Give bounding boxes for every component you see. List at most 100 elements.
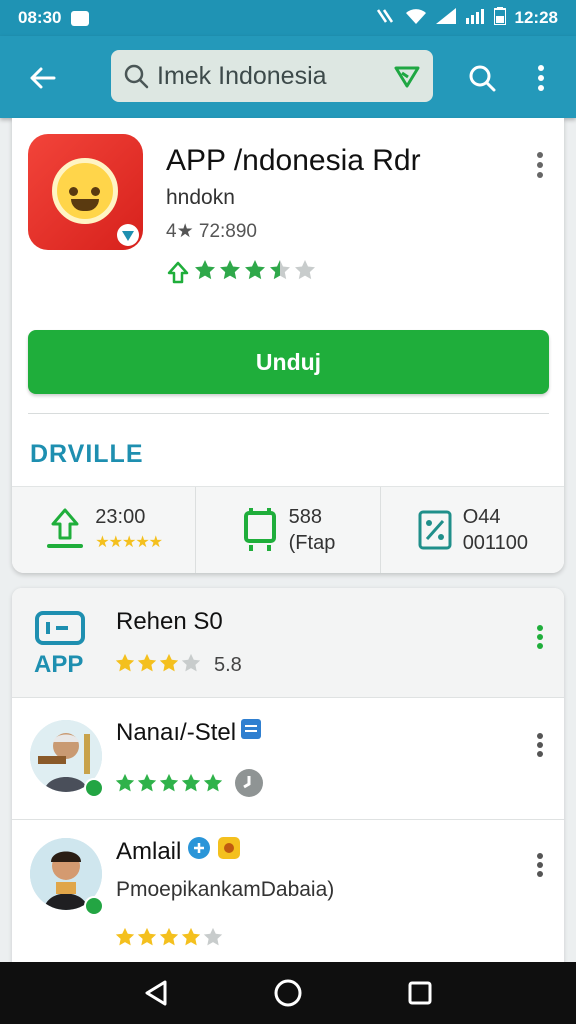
verified-badge-icon xyxy=(117,224,139,246)
list-item[interactable]: Nanaı/-Stel xyxy=(12,698,564,820)
list-item-title: Rehen S0 xyxy=(116,608,223,635)
calendar-badge-icon xyxy=(240,718,262,747)
list-item-rating xyxy=(114,926,224,953)
square-recents-icon xyxy=(408,981,432,1005)
list-item-title: Nanaı/-Stel xyxy=(116,718,237,746)
more-vert-icon xyxy=(537,853,543,877)
overflow-menu-button[interactable] xyxy=(526,58,556,98)
download-arrow-icon xyxy=(167,261,189,283)
list-item-title: Amlail xyxy=(116,837,182,865)
section-label[interactable]: DRVILLE xyxy=(30,440,144,469)
search-icon xyxy=(469,65,496,92)
triangle-back-icon xyxy=(145,980,167,1006)
nav-home-button[interactable] xyxy=(266,971,310,1015)
star-icon xyxy=(136,652,158,679)
more-vert-icon xyxy=(538,65,544,91)
star-icon xyxy=(136,926,158,953)
search-input[interactable]: Imek Indonesia xyxy=(111,50,433,102)
app-stars xyxy=(193,258,317,287)
nav-recents-button[interactable] xyxy=(398,971,442,1015)
arrow-left-icon xyxy=(30,67,56,89)
verified-icon xyxy=(84,896,104,916)
nfc-icon xyxy=(376,8,396,29)
stat-downloads-value: 23:00 xyxy=(95,506,146,528)
app-icon-face xyxy=(52,158,118,224)
star-icon xyxy=(243,258,267,287)
list-item[interactable]: Amlail PmoepikankamDabaia) xyxy=(12,820,564,968)
star-icon xyxy=(180,772,202,799)
list-item[interactable]: APP Rehen S0 5.8 xyxy=(12,588,564,698)
stat-rating-label: 001100 xyxy=(462,532,528,554)
device-icon xyxy=(243,508,276,551)
install-button[interactable]: Unduj xyxy=(28,330,549,394)
card-overflow-button[interactable] xyxy=(528,148,552,182)
list-item-rating-value: 5.8 xyxy=(214,654,242,676)
star-icon xyxy=(202,926,224,953)
star-icon xyxy=(114,926,136,953)
related-apps-list: APP Rehen S0 5.8 Nanaı/-Stel Amlail Pmoe… xyxy=(12,588,564,968)
star-rating xyxy=(114,772,224,799)
star-icon xyxy=(158,926,180,953)
signal-bars-icon xyxy=(465,8,485,29)
status-bar: 08:30 12:28 xyxy=(0,0,576,36)
app-icon-caption: APP xyxy=(34,651,84,678)
star-icon xyxy=(114,772,136,799)
stat-size[interactable]: 588 (Ftap xyxy=(196,487,381,573)
battery-icon xyxy=(492,6,507,30)
star-icon xyxy=(268,258,292,287)
star-rating xyxy=(114,652,202,679)
stat-downloads[interactable]: 23:00 ★★★★★ xyxy=(12,487,197,573)
upload-icon xyxy=(47,508,84,548)
star-icon xyxy=(218,258,242,287)
star-icon xyxy=(293,258,317,287)
more-vert-icon xyxy=(537,152,543,178)
stat-rating[interactable]: O44 001100 xyxy=(381,487,564,573)
app-list-icon: APP xyxy=(34,610,94,680)
divider xyxy=(28,413,549,414)
star-icon xyxy=(202,772,224,799)
list-item-subtitle: PmoepikankamDabaia) xyxy=(116,878,335,901)
star-icon xyxy=(114,652,136,679)
app-meta-info: 4★ 72:890 xyxy=(166,221,257,242)
stats-row: 23:00 ★★★★★ 588 (Ftap O44 001100 xyxy=(12,486,564,573)
list-item-rating: 5.8 xyxy=(114,652,242,679)
star-icon xyxy=(193,258,217,287)
star-rating xyxy=(114,926,224,953)
badge-blue-icon xyxy=(187,836,211,867)
star-icon xyxy=(158,652,180,679)
app-detail-card: APP /ndonesia Rdr hndokn 4★ 72:890 Unduj… xyxy=(12,118,564,573)
more-vert-icon xyxy=(537,733,543,757)
star-icon xyxy=(180,926,202,953)
star-icon xyxy=(136,772,158,799)
nav-back-button[interactable] xyxy=(134,971,178,1015)
play-protect-icon xyxy=(394,66,420,88)
list-item-menu-button[interactable] xyxy=(528,728,552,762)
stat-downloads-stars: ★★★★★ xyxy=(95,534,163,551)
percent-badge-icon xyxy=(418,510,452,550)
app-box-icon xyxy=(35,611,85,645)
verified-icon xyxy=(84,778,104,798)
app-developer[interactable]: hndokn xyxy=(166,186,235,210)
app-icon[interactable] xyxy=(28,134,143,250)
back-button[interactable] xyxy=(22,58,62,98)
app-rating xyxy=(166,258,317,287)
status-time-left: 08:30 xyxy=(18,8,62,27)
history-icon xyxy=(234,768,264,803)
status-time-right: 12:28 xyxy=(514,8,558,27)
list-item-menu-button[interactable] xyxy=(528,620,552,654)
stat-size-value: 588 xyxy=(288,506,323,528)
star-icon xyxy=(180,652,202,679)
search-button[interactable] xyxy=(462,58,502,98)
wifi-icon xyxy=(405,8,427,29)
circle-home-icon xyxy=(274,979,302,1007)
search-icon xyxy=(124,64,149,89)
star-icon xyxy=(158,772,180,799)
stat-size-label: (Ftap xyxy=(288,532,336,554)
signal-icon xyxy=(435,7,456,29)
stat-rating-value: O44 xyxy=(462,506,501,528)
list-item-menu-button[interactable] xyxy=(528,848,552,882)
app-bar: Imek Indonesia xyxy=(0,36,576,118)
list-item-rating xyxy=(114,768,264,803)
badge-yellow-icon xyxy=(217,836,241,867)
notification-icon xyxy=(71,10,90,26)
